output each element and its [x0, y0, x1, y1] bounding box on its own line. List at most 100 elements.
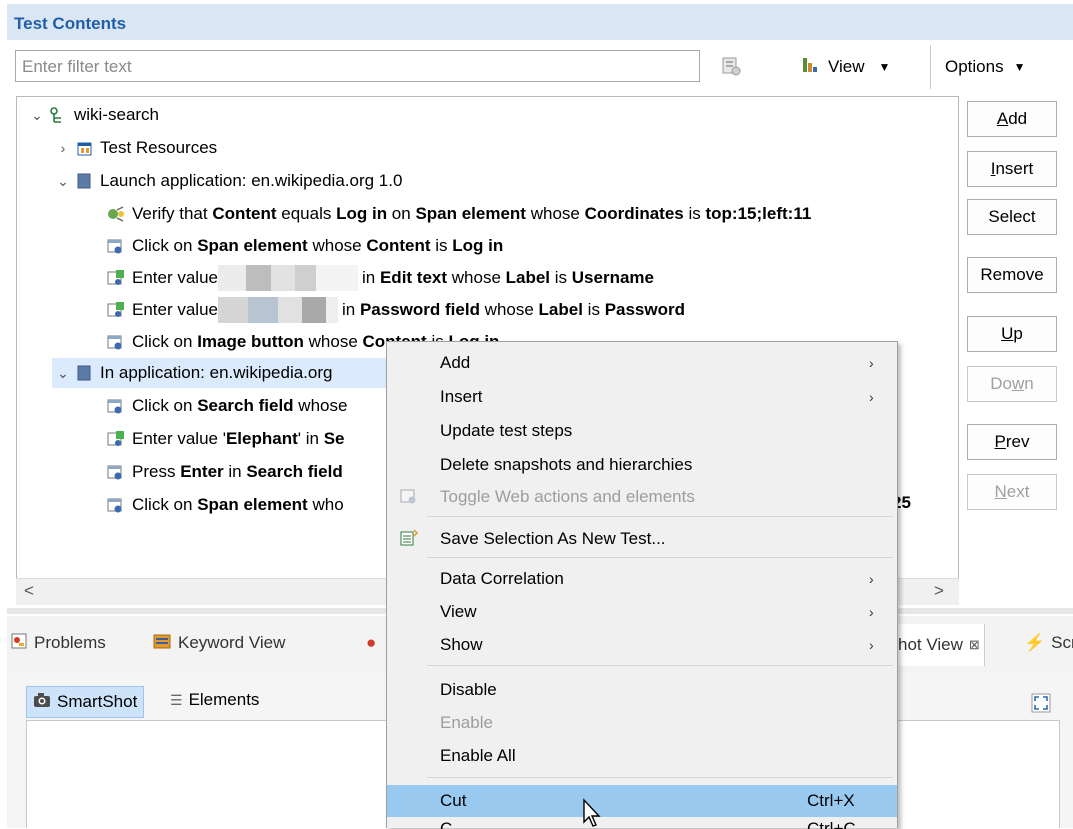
step-text: is — [683, 204, 706, 223]
tree-row-root[interactable]: ⌄ wiki-search — [26, 100, 159, 130]
menu-item-enable-all[interactable]: Enable All — [387, 740, 897, 772]
test-step-row[interactable]: Click on Span element whose Content is L… — [106, 231, 503, 261]
tab-hidden-icon[interactable]: ● — [366, 630, 376, 656]
tab-elements[interactable]: ☰ Elements — [170, 690, 259, 710]
step-text: equals — [276, 204, 337, 223]
menu-separator — [427, 557, 893, 558]
step-text: whose — [307, 236, 367, 255]
step-keyword: Span element — [197, 236, 308, 255]
filter-placeholder: Enter filter text — [22, 57, 132, 76]
tab-keyword-view[interactable]: Keyword View — [152, 630, 285, 656]
step-keyword: Span element — [415, 204, 526, 223]
menu-item-label: Data Correlation — [440, 569, 564, 588]
test-step-row[interactable]: Press Enter in Search field — [106, 457, 343, 487]
click-step-icon — [106, 462, 126, 482]
toolbar-separator — [930, 45, 931, 89]
next-button[interactable]: Next — [967, 474, 1057, 510]
menu-item-label: Delete snapshots and hierarchies — [440, 455, 693, 474]
menu-item-save-selection-as-new-test[interactable]: Save Selection As New Test... — [387, 523, 897, 555]
scroll-left-icon[interactable]: < — [24, 581, 34, 601]
maximize-icon[interactable] — [1030, 692, 1052, 714]
step-keyword: top:15;left:11 — [705, 204, 812, 223]
down-button[interactable]: Do w n — [967, 366, 1057, 402]
tab-problems[interactable]: Problems — [10, 630, 106, 656]
tab-scr[interactable]: ⚡ Scr — [1024, 630, 1073, 656]
options-label: Options — [945, 57, 1004, 76]
menu-item-data-correlation[interactable]: Data Correlation › — [387, 563, 897, 595]
chevron-down-icon[interactable]: ⌄ — [26, 107, 48, 124]
chevron-down-icon[interactable]: ⌄ — [52, 365, 74, 382]
step-text: Enter value — [132, 268, 218, 287]
menu-item-update-test-steps[interactable]: Update test steps — [387, 415, 897, 447]
step-text: whose — [525, 204, 585, 223]
tree-row-launch[interactable]: ⌄ Launch application: en.wikipedia.org 1… — [52, 166, 402, 196]
test-step-row[interactable]: Verify that Content equals Log in on Spa… — [106, 199, 811, 229]
redacted-value — [218, 265, 358, 291]
options-dropdown-button[interactable]: Options ▼ — [945, 55, 1025, 79]
menu-item-cut[interactable]: Cut Ctrl+X — [387, 785, 897, 817]
test-step-row[interactable]: Enter value in Password field whose Labe… — [106, 295, 685, 325]
remove-button[interactable]: Remove — [967, 257, 1057, 293]
test-icon — [48, 105, 68, 125]
menu-item-label: Add — [440, 353, 471, 372]
menu-item-toggle-web-actions-and-elements[interactable]: Toggle Web actions and elements — [387, 481, 897, 513]
filter-options-icon[interactable] — [720, 54, 742, 78]
launch-label: Launch application: en.wikipedia.org 1.0 — [100, 171, 403, 190]
step-keyword: Span element — [197, 495, 308, 514]
menu-item-label: View — [440, 602, 477, 621]
step-text: Enter value — [132, 300, 218, 319]
view-dropdown-button[interactable]: View ▼ — [800, 55, 890, 79]
menu-shortcut: Ctrl+X — [807, 791, 855, 810]
menu-item-label: Enable All — [440, 746, 516, 765]
tab-elements-label: Elements — [188, 690, 260, 709]
prev-button[interactable]: Prev — [967, 424, 1057, 460]
step-text: whose — [303, 332, 363, 351]
elements-list-icon: ☰ — [170, 691, 183, 708]
menu-item-delete-snapshots-and-hierarchies[interactable]: Delete snapshots and hierarchies — [387, 449, 897, 481]
chevron-right-icon[interactable]: › — [52, 140, 74, 156]
menu-separator — [427, 665, 893, 666]
step-keyword: Search field — [246, 462, 343, 481]
menu-item-disable[interactable]: Disable — [387, 674, 897, 706]
tree-row-resources[interactable]: › Test Resources — [52, 133, 218, 163]
step-text: Click on — [132, 332, 198, 351]
test-step-row[interactable]: Click on Search field whose — [106, 391, 347, 421]
chevron-down-icon: ▼ — [878, 60, 891, 74]
tree-row-in-application[interactable]: ⌄ In application: en.wikipedia.org — [52, 358, 392, 388]
chevron-down-icon[interactable]: ⌄ — [52, 173, 74, 190]
menu-item-insert[interactable]: Insert › — [387, 381, 897, 413]
click-step-icon — [106, 495, 126, 515]
step-text: ' in — [297, 429, 324, 448]
insert-button[interactable]: Insert — [967, 151, 1057, 187]
step-text: Enter value ' — [132, 429, 226, 448]
add-button[interactable]: Add — [967, 101, 1057, 137]
up-button[interactable]: Up — [967, 316, 1057, 352]
step-text: whose — [447, 268, 506, 287]
menu-item-add[interactable]: Add › — [387, 347, 897, 379]
menu-item-enable[interactable]: Enable — [387, 707, 897, 739]
menu-item-label: Update test steps — [440, 421, 573, 440]
step-keyword: Label — [538, 300, 583, 319]
menu-item-label: Disable — [440, 680, 497, 699]
test-step-row[interactable]: Enter value ' Elephant ' in Se — [106, 424, 345, 454]
step-text: Click on — [132, 396, 198, 415]
test-step-row[interactable]: Click on Span element who — [106, 490, 344, 520]
step-text: Click on — [132, 236, 198, 255]
step-keyword: Content — [212, 204, 277, 223]
scroll-right-icon[interactable]: > — [934, 581, 944, 601]
step-text: in — [342, 300, 360, 319]
step-keyword: Password field — [359, 300, 480, 319]
verify-step-icon — [106, 204, 126, 224]
enter-value-step-icon — [106, 300, 126, 320]
tab-smartshot[interactable]: SmartShot — [26, 686, 145, 718]
panel-title: Test Contents — [14, 14, 127, 33]
tab-smartshot-label: SmartShot — [57, 692, 138, 711]
menu-item-show[interactable]: Show › — [387, 629, 897, 661]
select-button[interactable]: Select — [967, 199, 1057, 235]
app-block-icon — [74, 363, 94, 383]
menu-separator — [427, 777, 893, 778]
test-step-row[interactable]: Enter value in Edit text whose Label is … — [106, 263, 654, 293]
close-icon[interactable]: ⊠ — [969, 637, 980, 653]
menu-item-view[interactable]: View › — [387, 596, 897, 628]
tab-snapshot-view[interactable]: hot View ⊠ — [896, 624, 985, 666]
